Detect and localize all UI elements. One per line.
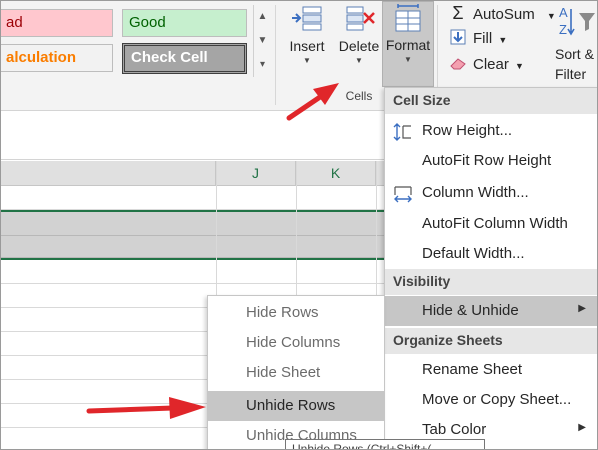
shortcut-tooltip: Unhide Rows (Ctrl+Shift+( <box>285 439 485 449</box>
hide-rows-label: Hide Rows <box>246 304 319 321</box>
fill-label: Fill <box>473 30 493 47</box>
menu-item-autofit-row-height[interactable]: AutoFit Row Height <box>385 146 597 176</box>
submenu-item-hide-columns[interactable]: Hide Columns <box>208 328 384 358</box>
hide-unhide-submenu: Hide Rows Hide Columns Hide Sheet Unhide… <box>207 295 385 449</box>
move-copy-sheet-label: Move or Copy Sheet... <box>422 391 572 408</box>
delete-dropdown-icon: ▼ <box>355 56 363 65</box>
tab-color-label: Tab Color <box>422 421 487 438</box>
format-label: Format <box>385 37 431 53</box>
autofit-column-width-label: AutoFit Column Width <box>422 215 568 232</box>
submenu-item-hide-rows[interactable]: Hide Rows <box>208 298 384 328</box>
clear-button[interactable]: Clear ▼ <box>447 56 524 73</box>
styles-gallery-scroll: ▲ ▼ ▾ <box>253 5 271 77</box>
sigma-icon: Σ <box>452 3 464 23</box>
eraser-icon <box>447 56 469 73</box>
autosum-label: AutoSum <box>473 6 535 23</box>
menu-item-rename-sheet[interactable]: Rename Sheet <box>385 355 597 385</box>
hide-sheet-label: Hide Sheet <box>246 364 321 381</box>
hide-unhide-label: Hide & Unhide <box>422 302 519 319</box>
menu-section-visibility: Visibility <box>385 269 597 295</box>
delete-cells-icon <box>341 3 377 37</box>
sort-filter-label-line1: Sort & <box>555 46 594 62</box>
svg-text:A: A <box>559 5 568 20</box>
submenu-item-hide-sheet[interactable]: Hide Sheet <box>208 358 384 388</box>
autosum-dropdown-icon: ▼ <box>546 11 556 21</box>
unhide-rows-label: Unhide Rows <box>246 397 336 414</box>
column-width-label: Column Width... <box>422 184 529 201</box>
fill-down-icon <box>447 29 469 47</box>
clear-label: Clear <box>473 56 509 73</box>
column-width-icon <box>393 185 413 203</box>
row-height-icon <box>393 123 413 141</box>
excel-window: ad Good alculation Check Cell ▲ ▼ ▾ Inse… <box>0 0 598 450</box>
menu-item-autofit-column-width[interactable]: AutoFit Column Width <box>385 209 597 239</box>
submenu-arrow-icon: ▶ <box>578 303 586 314</box>
delete-button[interactable]: Delete ▼ <box>334 3 384 67</box>
svg-text:Z: Z <box>559 22 567 37</box>
menu-item-row-height[interactable]: Row Height... <box>385 116 597 146</box>
insert-button[interactable]: Insert ▼ <box>283 3 331 67</box>
menu-item-column-width[interactable]: Column Width... <box>385 178 597 208</box>
menu-item-move-copy-sheet[interactable]: Move or Copy Sheet... <box>385 385 597 415</box>
menu-item-default-width[interactable]: Default Width... <box>385 239 597 269</box>
gallery-up-icon[interactable]: ▲ <box>254 5 271 29</box>
style-good[interactable]: Good <box>122 9 247 37</box>
column-header-k[interactable]: K <box>296 161 376 186</box>
menu-section-cell-size: Cell Size <box>385 88 597 114</box>
gallery-down-icon[interactable]: ▼ <box>254 29 271 53</box>
group-divider <box>275 5 276 105</box>
submenu-arrow-icon: ▶ <box>578 422 586 433</box>
clear-dropdown-icon: ▼ <box>515 61 524 71</box>
format-dropdown-icon: ▼ <box>404 55 412 64</box>
rename-sheet-label: Rename Sheet <box>422 361 523 378</box>
sort-filter-icon: A Z <box>557 3 597 44</box>
style-calculation[interactable]: alculation <box>1 44 113 72</box>
fill-button[interactable]: Fill ▼ <box>447 29 507 47</box>
format-dropdown-menu: Cell Size Row Height... AutoFit Row Heig… <box>384 87 597 449</box>
style-bad[interactable]: ad <box>1 9 113 37</box>
default-width-label: Default Width... <box>422 245 525 262</box>
insert-label: Insert <box>289 38 325 54</box>
fill-dropdown-icon: ▼ <box>498 35 508 45</box>
autosum-button[interactable]: Σ AutoSum ▼ <box>447 3 556 24</box>
gallery-more-icon[interactable]: ▾ <box>254 53 271 77</box>
delete-label: Delete <box>338 38 380 54</box>
insert-cells-icon <box>289 3 325 37</box>
column-header-j[interactable]: J <box>216 161 296 186</box>
format-button[interactable]: Format ▼ <box>382 1 434 87</box>
format-cells-icon <box>390 2 426 36</box>
row-height-label: Row Height... <box>422 122 513 139</box>
style-check-cell[interactable]: Check Cell <box>122 43 247 74</box>
hide-columns-label: Hide Columns <box>246 334 341 351</box>
column-header[interactable] <box>1 161 216 186</box>
submenu-item-unhide-rows[interactable]: Unhide Rows <box>208 391 384 421</box>
menu-section-organize-sheets: Organize Sheets <box>385 328 597 354</box>
cells-group-label: Cells <box>345 89 373 103</box>
insert-dropdown-icon: ▼ <box>303 56 311 65</box>
sort-filter-label-line2: Filter <box>555 66 587 82</box>
autofit-row-height-label: AutoFit Row Height <box>422 152 552 169</box>
menu-item-hide-unhide[interactable]: Hide & Unhide ▶ <box>385 296 597 326</box>
